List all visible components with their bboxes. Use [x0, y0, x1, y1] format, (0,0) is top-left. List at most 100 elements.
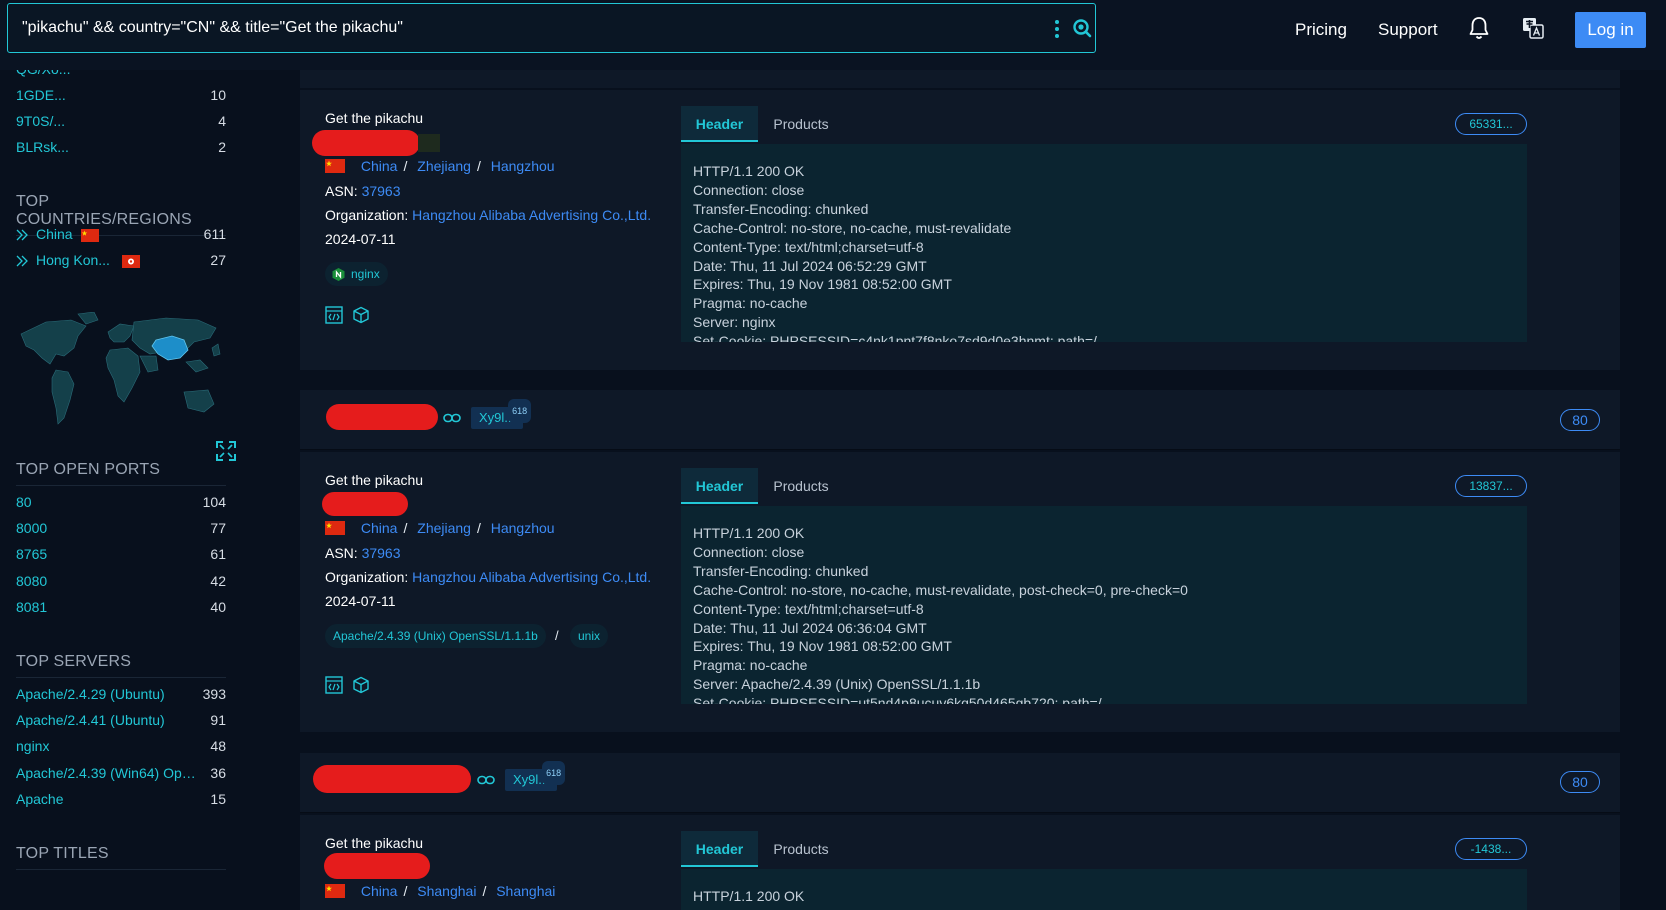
cube-icon[interactable]	[352, 306, 370, 324]
hong-kong-flag-icon	[122, 255, 140, 268]
header-line: Server: nginx	[693, 314, 776, 331]
province-link[interactable]: Zhejiang	[417, 158, 471, 174]
port-item[interactable]: 8765 61	[16, 546, 226, 566]
country-item-hong-kong[interactable]: Hong Kon... 27	[16, 252, 226, 272]
port-item[interactable]: 8000 77	[16, 520, 226, 540]
province-link[interactable]: Shanghai	[417, 883, 476, 899]
tech-tag-apache[interactable]: Apache/2.4.39 (Unix) OpenSSL/1.1.1b	[325, 624, 546, 648]
city-link[interactable]: Hangzhou	[491, 520, 555, 536]
pricing-link[interactable]: Pricing	[1295, 20, 1347, 40]
result-date: 2024-07-11	[325, 593, 396, 609]
server-item[interactable]: Apache/2.4.41 (Ubuntu) 91	[16, 712, 226, 732]
sidebar-item-label: 9T0S/...	[16, 113, 66, 129]
tab-header[interactable]: Header	[681, 831, 758, 867]
server-item[interactable]: nginx 48	[16, 738, 226, 758]
map-highlight-china	[151, 335, 189, 361]
header-line: Pragma: no-cache	[693, 657, 808, 674]
hash-badge[interactable]: 65331...	[1455, 113, 1527, 135]
support-link[interactable]: Support	[1378, 20, 1438, 40]
sidebar-cert-item[interactable]: BLRsk... 2	[16, 139, 226, 159]
port-badge[interactable]: 80	[1560, 771, 1600, 793]
header-line: Transfer-Encoding: chunked	[693, 562, 869, 579]
server-item[interactable]: Apache/2.4.29 (Ubuntu) 393	[16, 686, 226, 706]
nginx-icon	[332, 268, 345, 281]
country-link[interactable]: China	[361, 158, 398, 174]
header-line: Pragma: no-cache	[693, 295, 808, 312]
city-link[interactable]: Hangzhou	[491, 158, 555, 174]
tech-tag-nginx[interactable]: nginx	[325, 262, 388, 286]
code-icon[interactable]	[325, 676, 343, 694]
port-label: 8000	[16, 520, 48, 536]
server-label: Apache/2.4.29 (Ubuntu)	[16, 686, 165, 702]
asn-link[interactable]: 37963	[362, 545, 401, 561]
bell-icon[interactable]	[1468, 16, 1490, 40]
cert-chip[interactable]: Xy9l... 618	[505, 761, 566, 791]
result-card-header: Xy9l... 618 80	[300, 390, 1620, 450]
result-asn: ASN: 37963	[325, 545, 401, 561]
link-icon[interactable]	[477, 775, 495, 785]
result-org: Organization: Hangzhou Alibaba Advertisi…	[325, 207, 651, 223]
result-card: Get the pikachu China / Zhejiang / Hangzho…	[300, 90, 1620, 370]
hash-badge[interactable]: 13837...	[1455, 475, 1527, 497]
org-link[interactable]: Hangzhou Alibaba Advertising Co.,Ltd.	[412, 569, 651, 585]
result-title: Get the pikachu	[325, 472, 424, 488]
sidebar-cert-item[interactable]: 9T0S/... 4	[16, 113, 226, 133]
http-header-panel[interactable]: HTTP/1.1 200 OK Connection: close Transf…	[681, 506, 1527, 704]
cube-icon[interactable]	[352, 676, 370, 694]
country-item-china[interactable]: China 611	[16, 226, 226, 246]
header-line: Transfer-Encoding: chunked	[693, 200, 869, 217]
port-item[interactable]: 8081 40	[16, 599, 226, 619]
http-header-panel[interactable]: HTTP/1.1 200 OK	[681, 869, 1527, 910]
more-options-icon[interactable]	[1054, 20, 1060, 38]
port-count: 104	[202, 494, 226, 510]
http-header-panel[interactable]: HTTP/1.1 200 OK Connection: close Transf…	[681, 144, 1527, 342]
expand-icon[interactable]	[216, 441, 236, 461]
port-item[interactable]: 8080 42	[16, 573, 226, 593]
detail-tabs: Header Products 13837...	[681, 468, 1527, 504]
org-link[interactable]: Hangzhou Alibaba Advertising Co.,Ltd.	[412, 207, 651, 223]
top-servers-heading: TOP SERVERS	[16, 653, 226, 678]
server-label: nginx	[16, 738, 50, 754]
server-item[interactable]: Apache 15	[16, 791, 226, 811]
redacted-ip	[322, 492, 408, 516]
search-bar[interactable]: "pikachu" && country="CN" && title="Get …	[7, 3, 1096, 53]
port-label: 8765	[16, 546, 48, 562]
sidebar-cert-item[interactable]: 1GDE... 10	[16, 87, 226, 107]
sidebar-cert-item-partial[interactable]: QG/Xo...	[16, 70, 226, 81]
header-line: Cache-Control: no-store, no-cache, must-…	[693, 581, 1188, 598]
tab-products[interactable]: Products	[771, 106, 831, 142]
city-link[interactable]: Shanghai	[496, 883, 555, 899]
server-count: 91	[210, 712, 226, 728]
tech-tag-unix[interactable]: unix	[570, 624, 609, 648]
world-map[interactable]	[16, 312, 226, 444]
province-link[interactable]: Zhejiang	[417, 520, 471, 536]
port-badge[interactable]: 80	[1560, 409, 1600, 431]
result-card-header: Xy9l... 618 80	[300, 753, 1620, 813]
country-label: China	[36, 226, 73, 242]
country-link[interactable]: China	[361, 520, 398, 536]
code-icon[interactable]	[325, 306, 343, 324]
cert-chip[interactable]: Xy9l... 618	[471, 399, 532, 429]
asn-link[interactable]: 37963	[362, 183, 401, 199]
hash-badge[interactable]: -1438...	[1455, 838, 1527, 860]
tab-header[interactable]: Header	[681, 468, 758, 504]
result-card-previous	[300, 70, 1620, 88]
header-line: HTTP/1.1 200 OK	[693, 525, 805, 541]
link-icon[interactable]	[443, 413, 461, 423]
login-button[interactable]: Log in	[1575, 12, 1646, 48]
chevron-right-icon	[16, 229, 28, 241]
country-label: Hong Kon...	[36, 252, 110, 268]
header-line: Expires: Thu, 19 Nov 1981 08:52:00 GMT	[693, 638, 952, 655]
port-item[interactable]: 80 104	[16, 494, 226, 514]
search-icon[interactable]	[1072, 18, 1092, 38]
tab-header[interactable]: Header	[681, 106, 758, 142]
translate-icon[interactable]	[1522, 17, 1544, 39]
port-label: 80	[16, 494, 32, 510]
tab-products[interactable]: Products	[771, 468, 831, 504]
port-label: 8081	[16, 599, 48, 615]
search-input[interactable]: "pikachu" && country="CN" && title="Get …	[22, 19, 403, 37]
tab-products[interactable]: Products	[771, 831, 831, 867]
server-item[interactable]: Apache/2.4.39 (Win64) Ope... 36	[16, 765, 226, 785]
country-link[interactable]: China	[361, 883, 398, 899]
china-flag-icon	[325, 884, 345, 898]
